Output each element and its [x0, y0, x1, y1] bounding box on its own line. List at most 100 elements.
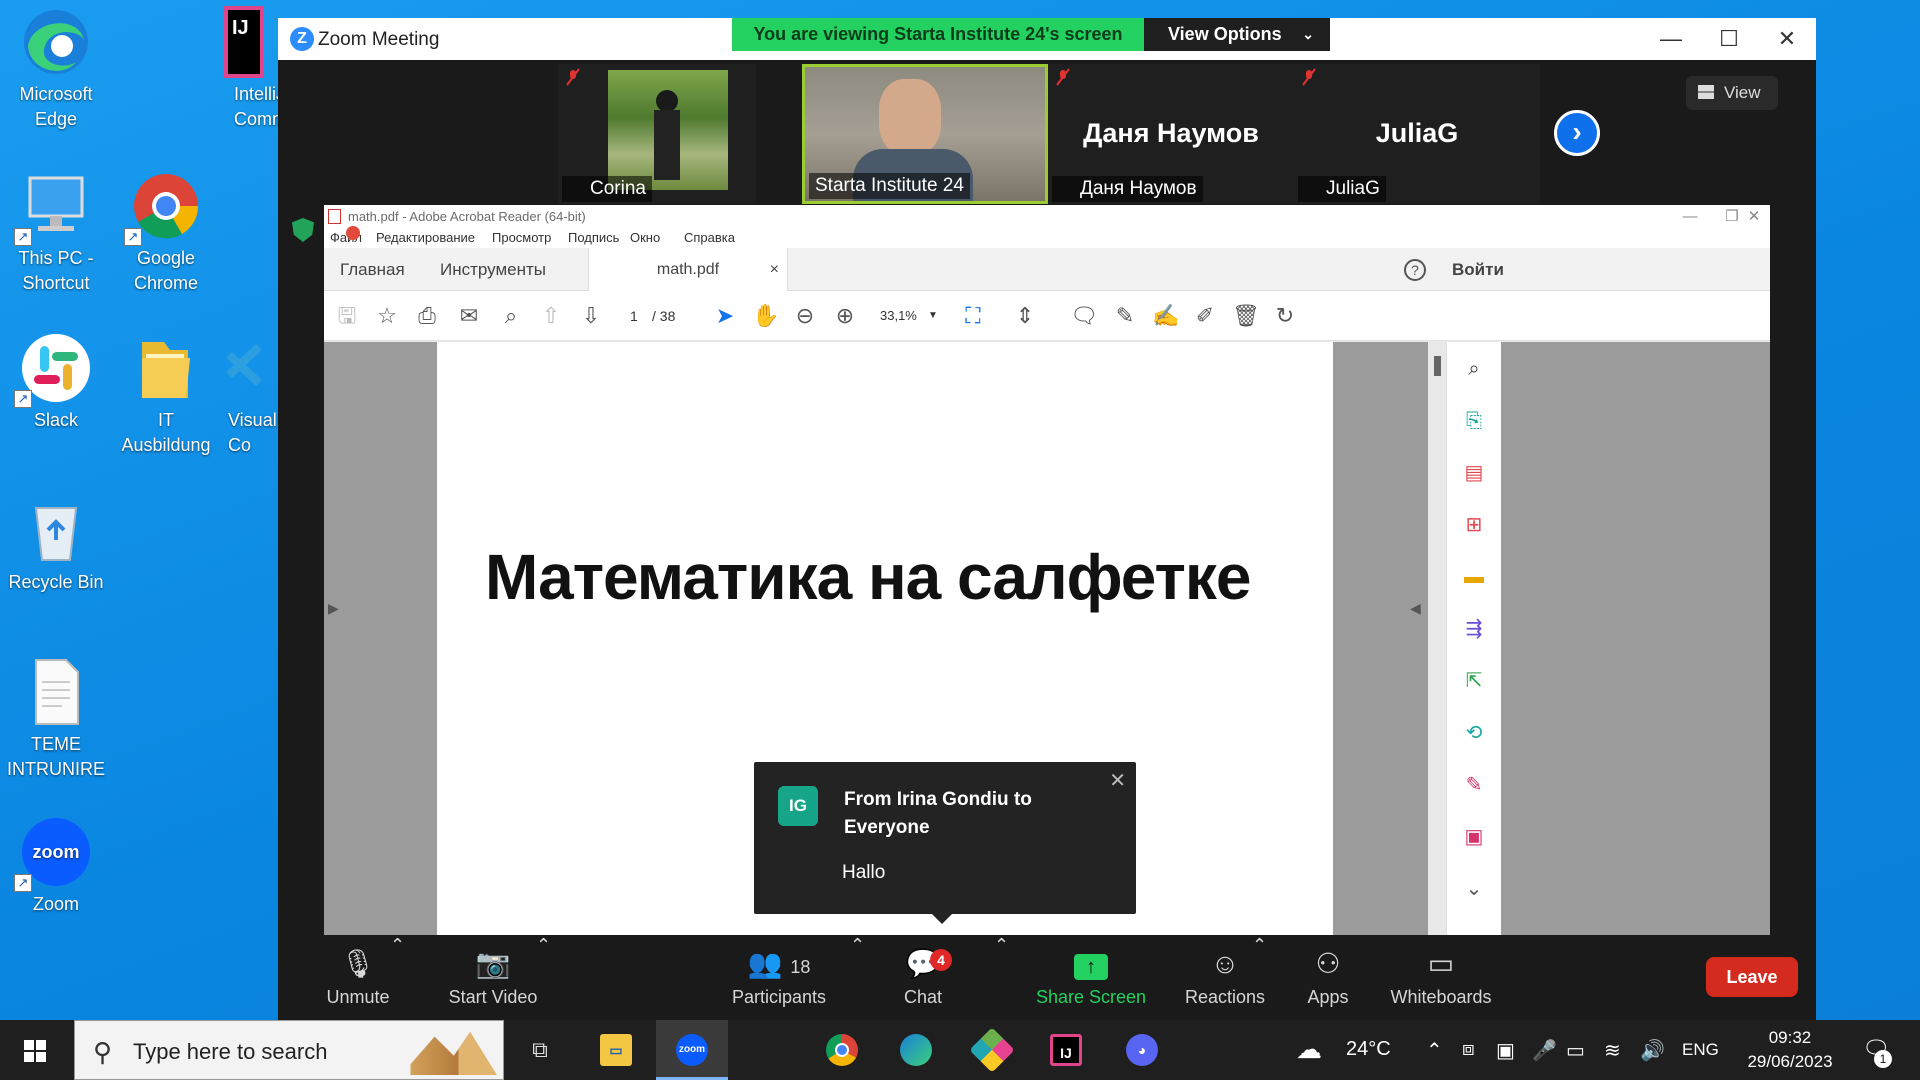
- language-indicator[interactable]: ENG: [1682, 1040, 1719, 1060]
- sign-in-button[interactable]: Войти: [1452, 248, 1504, 291]
- whiteboards-button[interactable]: ▭ Whiteboards: [1378, 935, 1504, 1020]
- fit-page-icon[interactable]: ⛶: [960, 303, 986, 329]
- delete-icon[interactable]: 🗑: [1232, 303, 1260, 329]
- menu-sign[interactable]: Подпись: [568, 228, 619, 248]
- menu-view[interactable]: Просмотр: [492, 228, 551, 248]
- meet-now-icon[interactable]: ⧈: [1462, 1038, 1475, 1061]
- fill-sign-icon[interactable]: ✎: [1461, 772, 1487, 798]
- taskbar-file-explorer[interactable]: ▭: [580, 1020, 652, 1080]
- desktop-icon-recycle-bin[interactable]: Recycle Bin: [2, 494, 110, 595]
- desktop-icon-edge[interactable]: Microsoft Edge: [2, 6, 110, 132]
- desktop-icon-zoom[interactable]: zoom ↗ Zoom: [2, 816, 110, 917]
- page-down-icon[interactable]: ⇩: [578, 303, 604, 329]
- highlight-icon[interactable]: ✎: [1112, 303, 1138, 329]
- display-icon[interactable]: ▣: [1496, 1038, 1515, 1063]
- combine-icon[interactable]: ⇶: [1461, 616, 1487, 642]
- close-icon[interactable]: ✕: [1109, 768, 1126, 793]
- video-options-chevron-icon[interactable]: ⌃: [536, 935, 551, 1020]
- search-icon[interactable]: ⌕: [498, 303, 524, 329]
- add-pdf-icon[interactable]: ⊞: [1461, 512, 1487, 538]
- view-options-button[interactable]: View Options ⌄: [1144, 18, 1330, 51]
- tab-home[interactable]: Главная: [340, 248, 405, 291]
- tab-tools[interactable]: Инструменты: [440, 248, 546, 291]
- chevron-down-icon[interactable]: ▼: [928, 303, 938, 329]
- left-panel-toggle-icon[interactable]: ▶: [328, 600, 339, 617]
- leave-button[interactable]: Leave: [1706, 957, 1798, 997]
- edit-icon[interactable]: ✐: [1192, 303, 1218, 329]
- menu-window[interactable]: Окно: [630, 228, 660, 248]
- close-button[interactable]: ✕: [1760, 24, 1814, 54]
- star-icon[interactable]: ☆: [374, 303, 400, 329]
- participants-button[interactable]: 👥 18 Participants: [714, 935, 844, 1020]
- chat-options-chevron-icon[interactable]: ⌃: [994, 935, 1009, 1020]
- start-button[interactable]: [0, 1020, 70, 1080]
- tab-document[interactable]: math.pdf ×: [588, 248, 788, 291]
- select-cursor-icon[interactable]: ➤: [712, 303, 738, 329]
- page-up-icon[interactable]: ⇧: [538, 303, 564, 329]
- sign-icon[interactable]: ✍: [1152, 303, 1179, 329]
- participant-tile[interactable]: JuliaG JuliaG: [1294, 64, 1540, 204]
- desktop-icon-vscode[interactable]: Visual Co: [196, 332, 278, 458]
- page-number-input[interactable]: 1: [630, 303, 638, 329]
- participant-tile-active-speaker[interactable]: Starta Institute 24: [802, 64, 1048, 204]
- convert-icon[interactable]: ⟲: [1461, 720, 1487, 746]
- clock[interactable]: 09:32 29/06/2023: [1730, 1026, 1850, 1074]
- participant-tile[interactable]: Corina: [558, 64, 756, 204]
- comment-tool-icon[interactable]: ▬: [1461, 564, 1487, 590]
- participants-options-chevron-icon[interactable]: ⌃: [850, 935, 865, 1020]
- desktop-icon-intellij[interactable]: IJ IntelliJ Comm: [196, 6, 278, 132]
- weather-temperature[interactable]: 24°C: [1346, 1038, 1391, 1061]
- help-icon[interactable]: ?: [1404, 259, 1426, 281]
- maximize-button[interactable]: ☐: [1702, 24, 1756, 54]
- participant-tile[interactable]: Даня Наумов Даня Наумов: [1048, 64, 1294, 204]
- save-icon[interactable]: 🖫: [334, 303, 360, 329]
- security-shield-icon[interactable]: [292, 218, 314, 242]
- desktop-icon-slack[interactable]: ↗ Slack: [2, 332, 110, 433]
- minimize-button[interactable]: —: [1644, 24, 1698, 54]
- zoom-in-icon[interactable]: ⊕: [832, 303, 858, 329]
- organize-pages-icon[interactable]: ▤: [1461, 460, 1487, 486]
- email-icon[interactable]: ✉: [456, 303, 482, 329]
- print-icon[interactable]: ⎙: [414, 303, 440, 329]
- next-page-arrow-icon[interactable]: ›: [1554, 110, 1600, 156]
- desktop-icon-chrome[interactable]: ↗ Google Chrome: [112, 170, 220, 296]
- comment-icon[interactable]: 🗨: [1070, 303, 1098, 329]
- export-pdf-icon[interactable]: ▣: [1461, 824, 1487, 850]
- taskbar-search-box[interactable]: ⚲ Type here to search: [74, 1020, 504, 1080]
- hand-tool-icon[interactable]: ✋: [752, 303, 779, 329]
- apps-button[interactable]: ⚇ Apps: [1296, 935, 1360, 1020]
- battery-icon[interactable]: ▭: [1566, 1038, 1585, 1063]
- taskbar-discord[interactable]: ◕: [1106, 1020, 1178, 1080]
- taskbar-intellij[interactable]: IJ: [1030, 1020, 1102, 1080]
- taskbar-chrome[interactable]: [806, 1020, 878, 1080]
- microphone-icon[interactable]: 🎤: [1532, 1038, 1557, 1063]
- taskbar-edge[interactable]: [880, 1020, 952, 1080]
- share-screen-button[interactable]: ↑ Share Screen: [1030, 935, 1152, 1020]
- expand-tools-icon[interactable]: ⌄: [1461, 876, 1487, 902]
- compress-icon[interactable]: ⇱: [1461, 668, 1487, 694]
- menu-help[interactable]: Справка: [684, 228, 735, 248]
- close-icon[interactable]: ×: [770, 248, 779, 291]
- desktop-icon-this-pc[interactable]: ↗ This PC - Shortcut: [2, 170, 110, 296]
- taskbar-zoom[interactable]: zoom: [656, 1020, 728, 1080]
- create-pdf-icon[interactable]: ⎘: [1461, 408, 1487, 434]
- menu-edit[interactable]: Редактирование: [376, 228, 475, 248]
- weather-cloud-icon[interactable]: ☁: [1296, 1034, 1322, 1065]
- view-button[interactable]: View: [1686, 76, 1778, 110]
- chat-notification[interactable]: IG From Irina Gondiu to Everyone Hallo ✕: [754, 762, 1136, 924]
- reactions-options-chevron-icon[interactable]: ⌃: [1252, 935, 1267, 1020]
- zoom-level-select[interactable]: 33,1%: [880, 303, 917, 329]
- scrollbar-thumb[interactable]: [1434, 356, 1441, 376]
- rotate-icon[interactable]: ↻: [1272, 303, 1298, 329]
- volume-icon[interactable]: 🔊: [1640, 1038, 1665, 1063]
- scroll-mode-icon[interactable]: ⇕: [1012, 303, 1038, 329]
- wifi-icon[interactable]: ≋: [1604, 1038, 1621, 1063]
- taskbar-app[interactable]: [956, 1020, 1028, 1080]
- show-hidden-icons-chevron-icon[interactable]: ⌃: [1426, 1038, 1443, 1063]
- audio-options-chevron-icon[interactable]: ⌃: [390, 935, 405, 1020]
- zoom-search-icon[interactable]: ⌕: [1461, 356, 1487, 382]
- right-panel-toggle-icon[interactable]: ◀: [1410, 600, 1421, 617]
- vertical-scrollbar[interactable]: [1428, 342, 1446, 935]
- notifications-button[interactable]: 🗨 1: [1856, 1032, 1896, 1068]
- zoom-out-icon[interactable]: ⊖: [792, 303, 818, 329]
